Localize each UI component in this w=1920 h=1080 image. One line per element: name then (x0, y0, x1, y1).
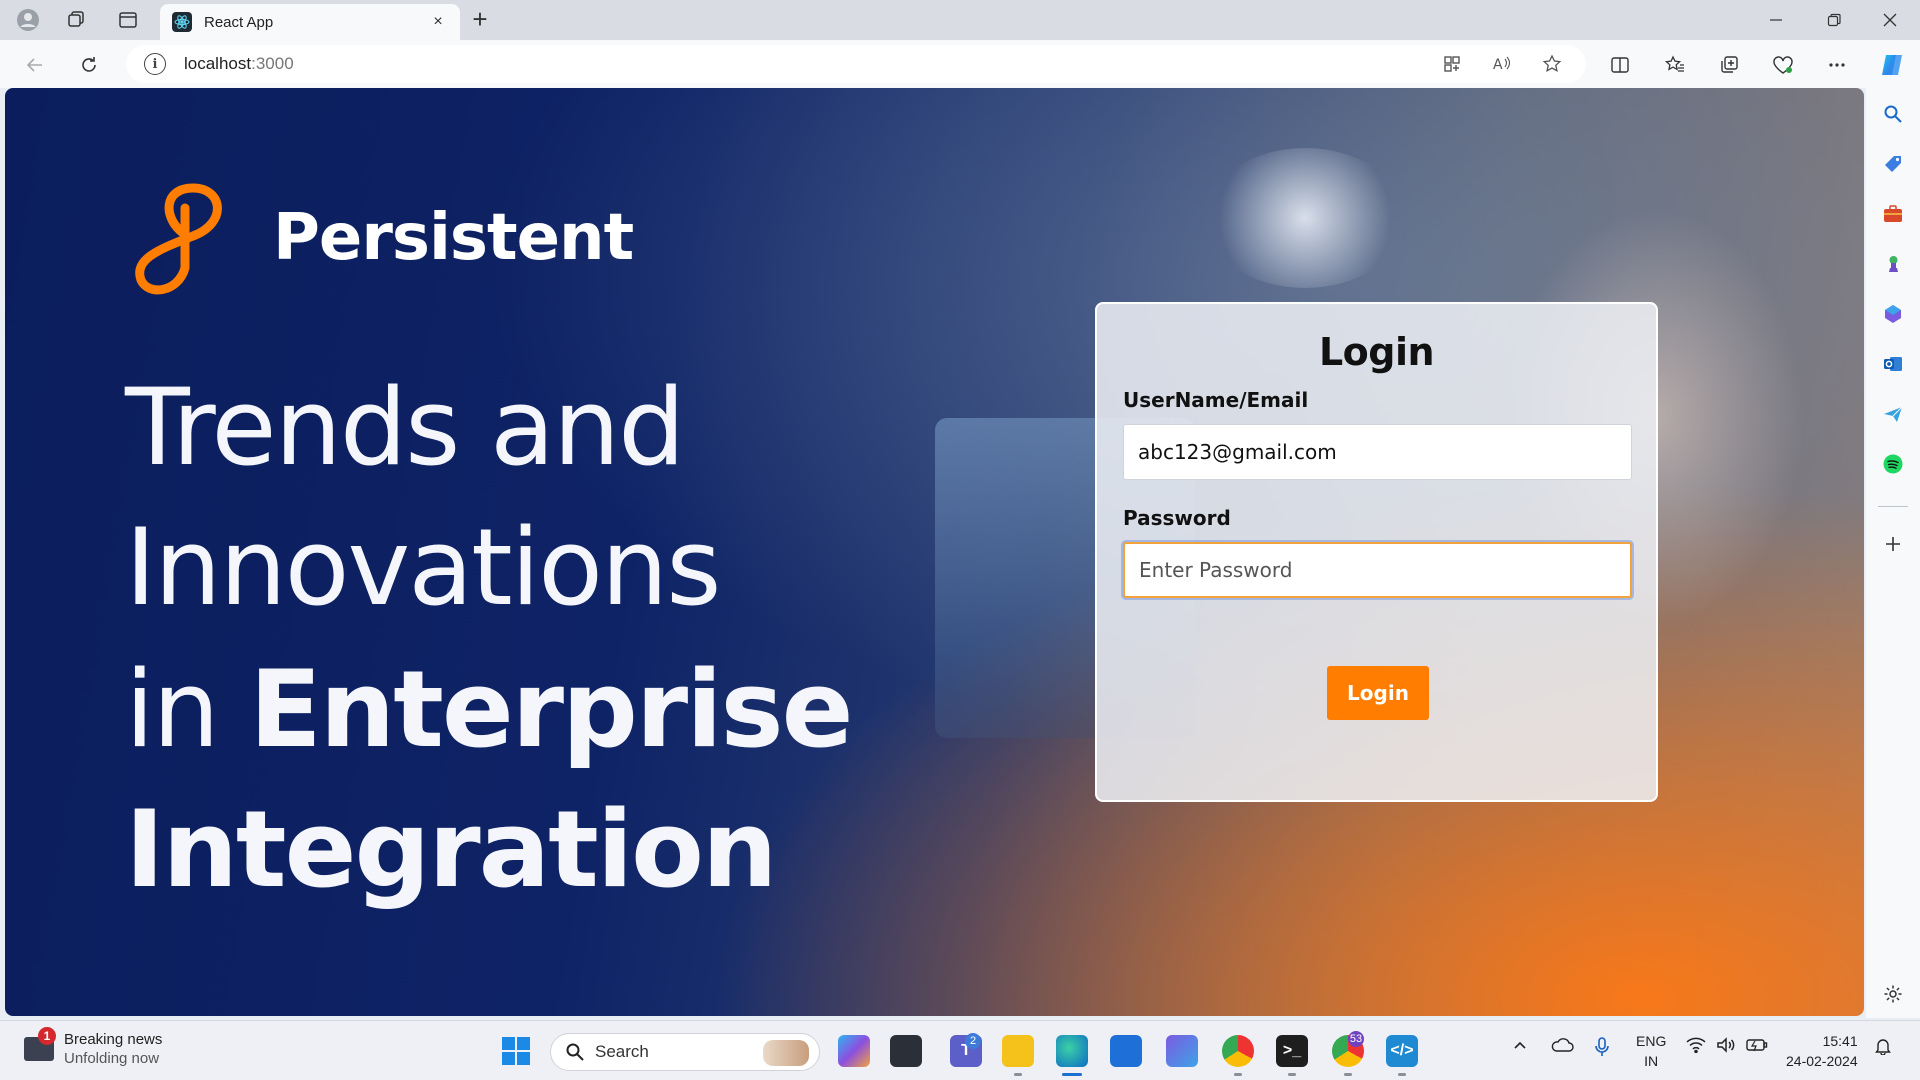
language-region: IN (1644, 1053, 1659, 1069)
add-sidebar-app-icon[interactable] (1879, 530, 1907, 558)
close-tab-icon[interactable]: × (428, 13, 448, 31)
hero-line-2: Innovations (125, 506, 721, 629)
news-subtitle: Unfolding now (64, 1050, 160, 1067)
sidebar-settings-icon[interactable] (1879, 980, 1907, 1008)
copilot-icon[interactable] (1877, 50, 1907, 80)
notifications-bell-icon[interactable] (1874, 1037, 1892, 1059)
profile-icon[interactable] (14, 6, 42, 34)
address-bar[interactable]: i localhost:3000 A (126, 45, 1586, 83)
username-input[interactable] (1123, 424, 1632, 480)
news-widget[interactable]: 1 Breaking news Unfolding now (24, 1027, 163, 1067)
spotify-icon[interactable] (1879, 450, 1907, 478)
brand-logo: Persistent (123, 178, 634, 298)
store-app-icon[interactable] (1110, 1035, 1142, 1067)
hero-line-1: Trends and (125, 366, 685, 489)
back-icon[interactable] (20, 50, 50, 80)
terminal-app-icon[interactable]: >_ (1276, 1035, 1308, 1067)
url-text: localhost:3000 (184, 54, 294, 73)
microsoft365-icon[interactable] (1879, 300, 1907, 328)
new-tab-button[interactable]: + (466, 6, 494, 34)
terminal-running-indicator (1288, 1073, 1296, 1076)
login-button[interactable]: Login (1327, 666, 1429, 720)
persistent-logo-icon (135, 183, 222, 295)
desk-lamp-glow (1205, 148, 1405, 288)
clock-time: 15:41 (1822, 1033, 1858, 1049)
search-highlight-image (763, 1040, 809, 1066)
taskbar: 1 Breaking news Unfolding now Search T 2… (0, 1020, 1920, 1080)
tab-strip: React App × + (0, 0, 1920, 40)
news-title: Breaking news (64, 1031, 163, 1048)
tools-briefcase-icon[interactable] (1879, 200, 1907, 228)
login-card: Login UserName/Email Password Login (1095, 302, 1658, 802)
tab-title: React App (204, 13, 274, 31)
favorite-star-icon[interactable] (1538, 50, 1566, 78)
edge-app-icon[interactable] (1056, 1035, 1088, 1067)
sidebar-divider (1878, 506, 1908, 507)
onedrive-cloud-icon[interactable] (1550, 1037, 1574, 1057)
file-explorer-icon[interactable] (1002, 1035, 1034, 1067)
split-screen-icon[interactable] (1605, 50, 1635, 80)
explorer-running-indicator (1014, 1073, 1022, 1076)
taskbar-search-label: Search (595, 1042, 649, 1061)
vscode-running-indicator (1398, 1073, 1406, 1076)
password-label: Password (1123, 506, 1231, 530)
news-badge: 1 (38, 1027, 56, 1045)
chrome-profile-app-icon[interactable] (1222, 1035, 1254, 1067)
refresh-icon[interactable] (74, 50, 104, 80)
vscode-app-icon[interactable]: </> (1386, 1035, 1418, 1067)
browser-toolbar: i localhost:3000 A (0, 40, 1920, 88)
edge-active-indicator (1062, 1073, 1082, 1076)
password-input[interactable] (1123, 542, 1632, 598)
drop-send-icon[interactable] (1879, 400, 1907, 428)
clock-date: 24-02-2024 (1786, 1053, 1858, 1069)
chrome-badge: 53 (1348, 1031, 1364, 1047)
language-indicator[interactable]: ENG IN (1636, 1031, 1666, 1071)
app-available-icon[interactable] (1438, 50, 1466, 78)
task-view-icon[interactable] (890, 1035, 922, 1067)
taskbar-search[interactable]: Search (550, 1033, 820, 1071)
teams-badge: 2 (965, 1033, 981, 1049)
tray-overflow-chevron-icon[interactable] (1512, 1037, 1528, 1057)
chrome-running-indicator-2 (1344, 1073, 1352, 1076)
hero-line-4: Integration (125, 788, 777, 911)
shopping-tag-icon[interactable] (1879, 150, 1907, 178)
close-window-icon[interactable] (1876, 6, 1904, 34)
page-viewport: Persistent Trends and Innovations in Ent… (5, 88, 1864, 1016)
copilot-preview-app-icon[interactable] (838, 1035, 870, 1067)
news-icon: 1 (24, 1027, 56, 1061)
more-options-icon[interactable] (1822, 50, 1852, 80)
wifi-icon[interactable] (1686, 1037, 1706, 1057)
react-favicon-icon (172, 12, 192, 32)
active-tab[interactable]: React App × (160, 4, 460, 40)
restore-icon[interactable] (1820, 6, 1848, 34)
login-title: Login (1318, 330, 1435, 374)
read-aloud-icon[interactable]: A (1488, 50, 1516, 78)
vertical-tabs-icon[interactable] (114, 6, 142, 34)
collections-icon[interactable] (1714, 50, 1744, 80)
brand-name: Persistent (273, 201, 634, 275)
sidebar-search-icon[interactable] (1879, 100, 1907, 128)
workspaces-icon[interactable] (62, 6, 90, 34)
chrome-running-indicator (1234, 1073, 1242, 1076)
volume-icon[interactable] (1716, 1037, 1736, 1057)
browser-essentials-icon[interactable] (1768, 50, 1798, 80)
minimize-icon[interactable] (1762, 6, 1790, 34)
taskbar-search-icon (566, 1043, 584, 1061)
start-button[interactable] (502, 1037, 530, 1065)
edge-sidebar (1866, 88, 1920, 1018)
battery-icon[interactable] (1746, 1037, 1768, 1057)
language-code: ENG (1636, 1033, 1667, 1049)
outlook-icon[interactable] (1879, 350, 1907, 378)
games-chess-icon[interactable] (1879, 250, 1907, 278)
microphone-icon[interactable] (1594, 1037, 1610, 1061)
svg-text:A: A (1493, 57, 1503, 73)
m365-app-icon[interactable] (1166, 1035, 1198, 1067)
site-info-icon[interactable]: i (144, 53, 166, 75)
favorites-icon[interactable] (1660, 50, 1690, 80)
clock[interactable]: 15:41 24-02-2024 (1786, 1031, 1858, 1071)
username-label: UserName/Email (1123, 388, 1309, 412)
hero-line-3: in Enterprise (125, 648, 854, 771)
